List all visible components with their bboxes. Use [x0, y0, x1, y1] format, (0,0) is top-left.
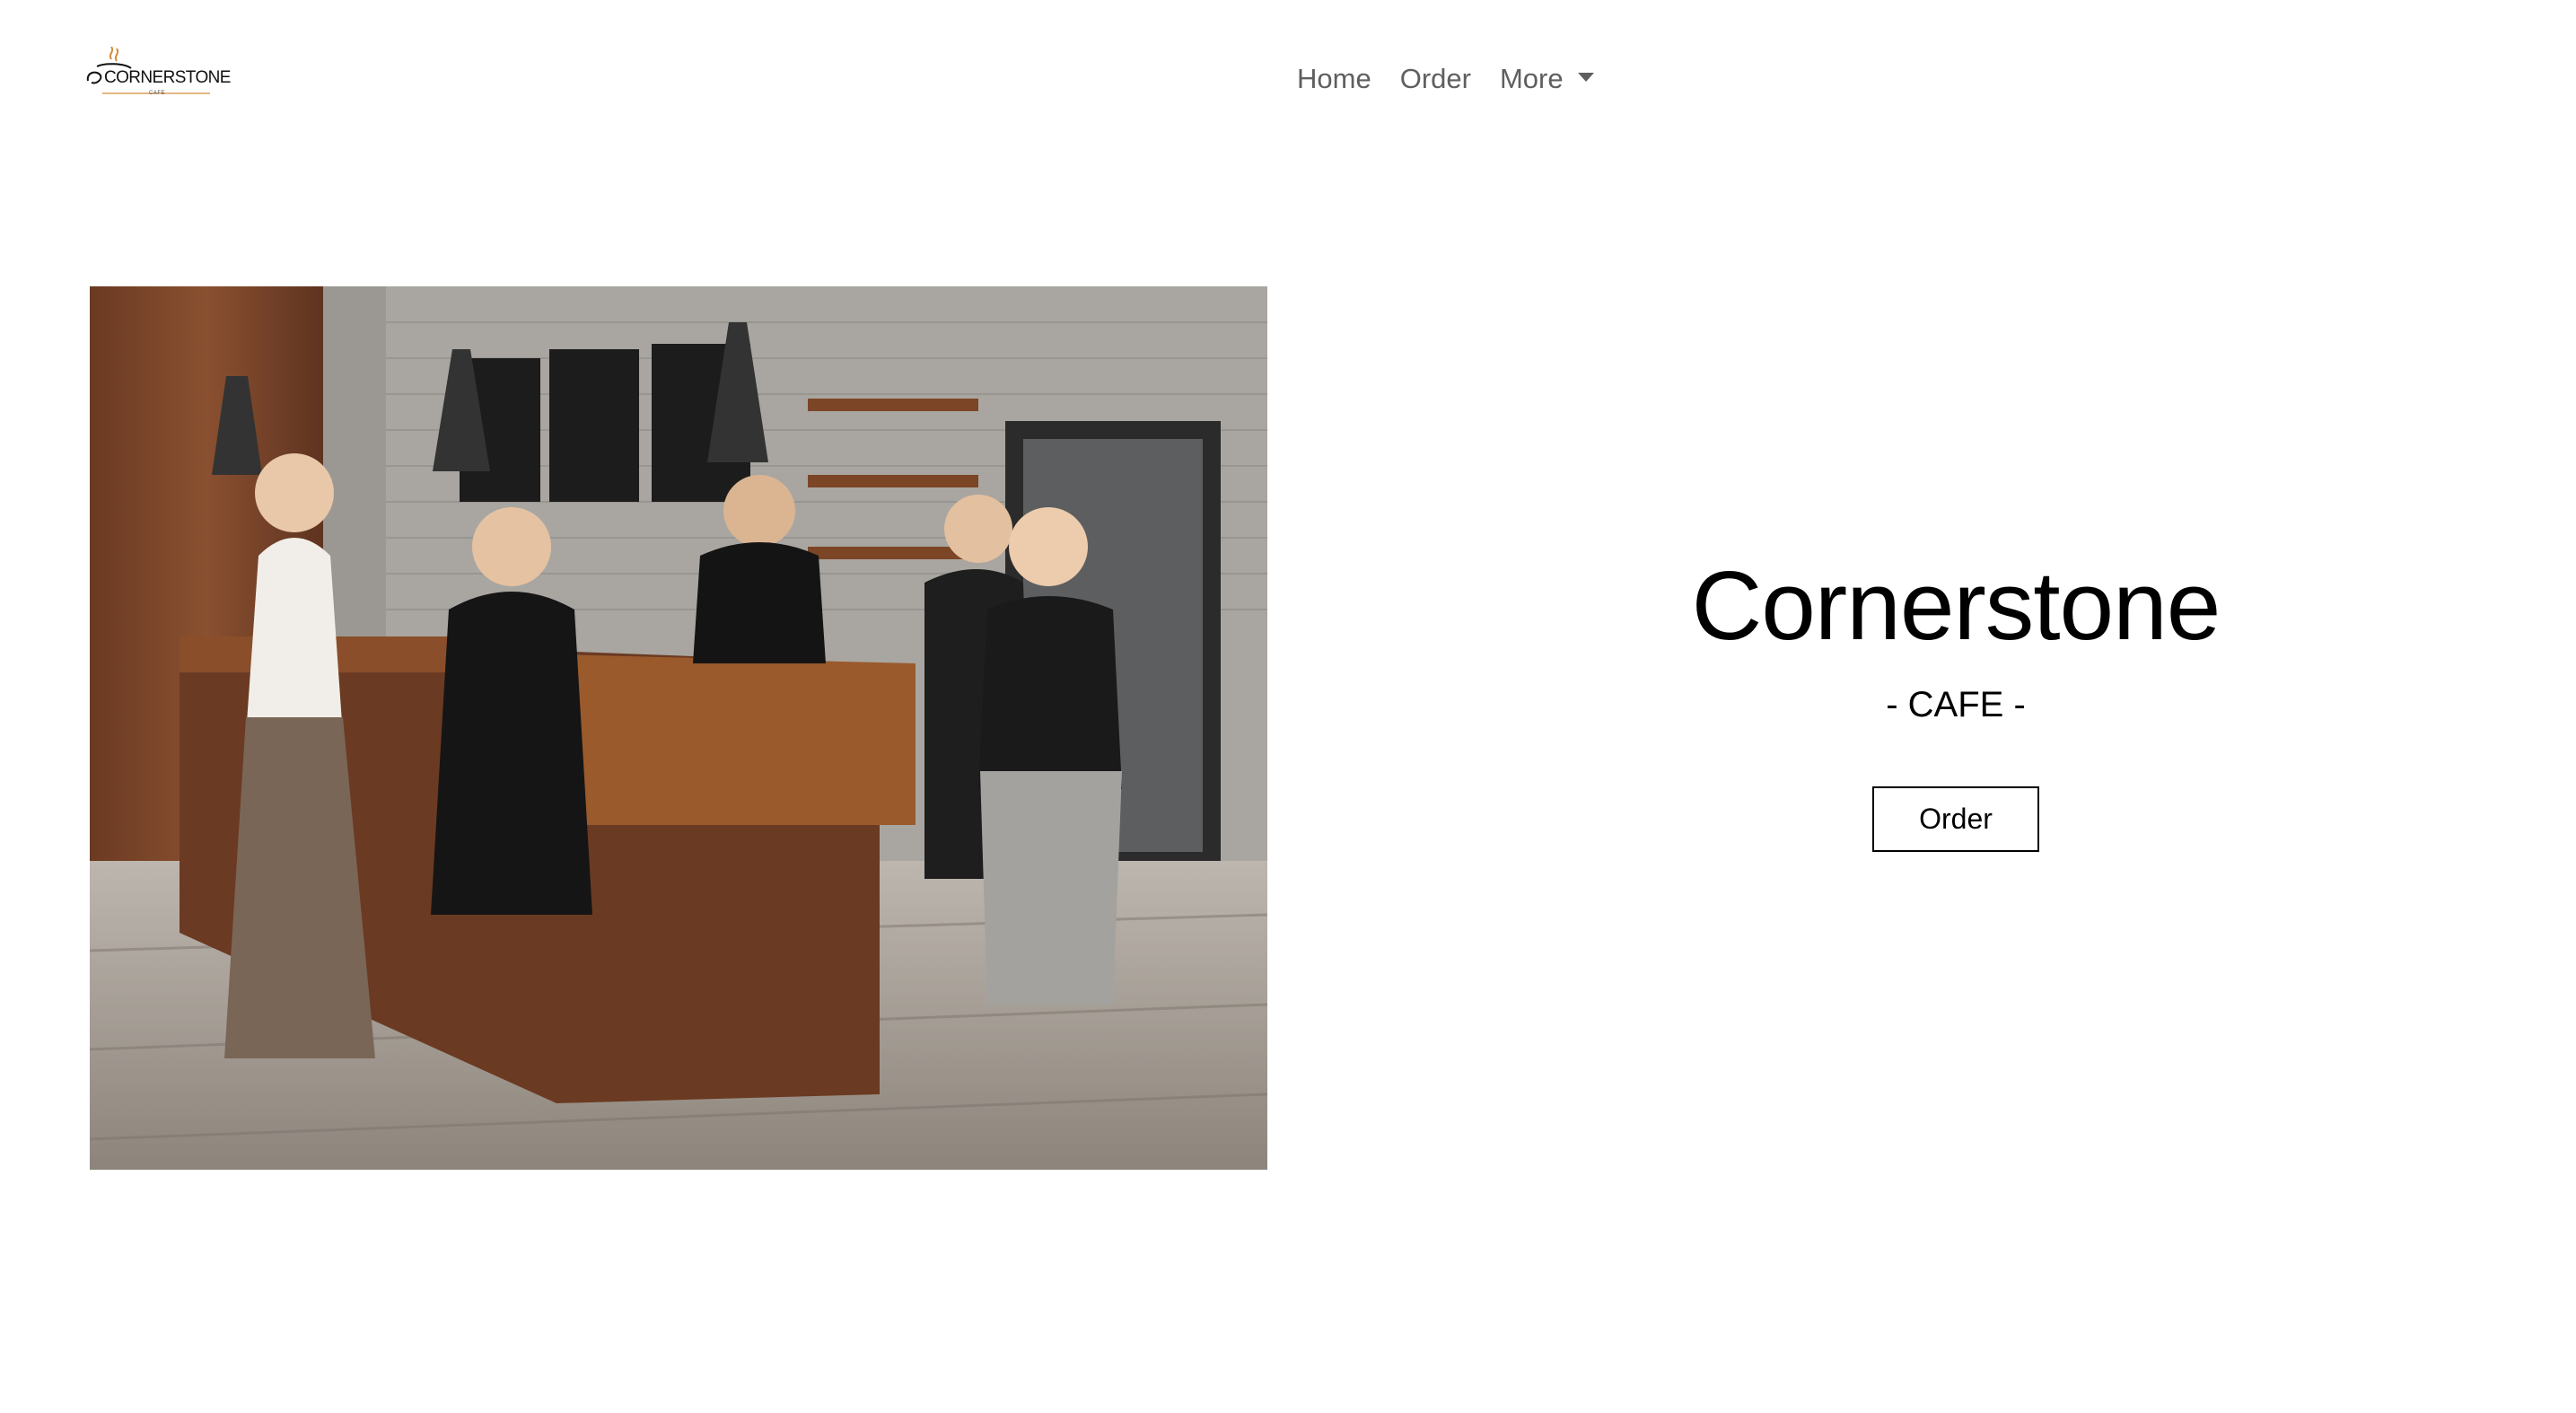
- order-button[interactable]: Order: [1872, 786, 2039, 852]
- nav-order-link[interactable]: Order: [1386, 57, 1485, 101]
- brand-name: CORNERSTONE: [104, 68, 231, 87]
- caret-down-icon: [1577, 73, 1594, 82]
- brand-tagline: CAFE: [149, 91, 166, 96]
- cafe-staff-photo: [90, 286, 1267, 1170]
- nav-more-label: More: [1499, 63, 1564, 94]
- hero-cafe-photo: [90, 286, 1267, 1170]
- navbar: CORNERSTONE CAFE Home Order More: [0, 0, 2576, 157]
- main-nav: Home Order More: [1285, 57, 1608, 101]
- brand-logo[interactable]: CORNERSTONE CAFE: [84, 47, 231, 99]
- hero-subtitle: - CAFE -: [1886, 685, 2026, 724]
- hero-title: Cornerstone: [1691, 551, 2221, 661]
- nav-more-dropdown[interactable]: More: [1485, 57, 1608, 101]
- nav-home-link[interactable]: Home: [1285, 57, 1386, 101]
- hero-content: Cornerstone - CAFE - Order: [1357, 539, 2554, 852]
